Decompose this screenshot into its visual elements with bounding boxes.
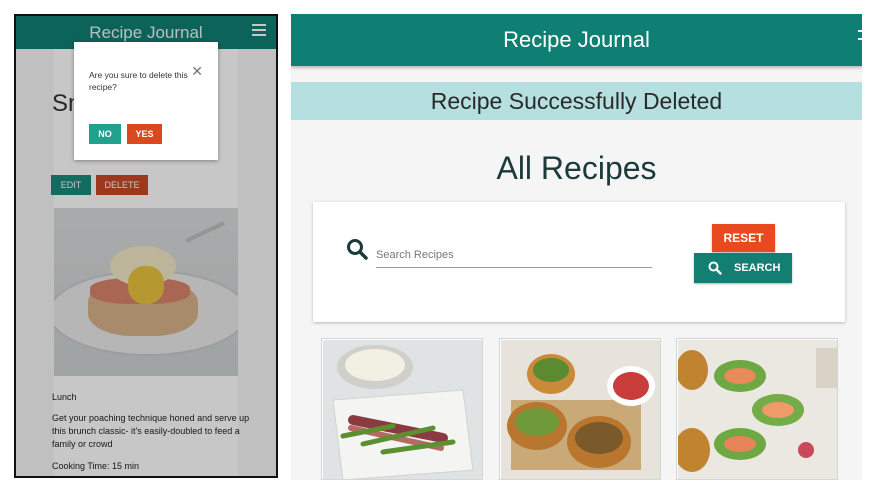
search-button-label: SEARCH [734, 262, 781, 274]
success-message: Recipe Successfully Deleted [430, 88, 723, 114]
recipe-card[interactable] [321, 338, 483, 480]
reset-button[interactable]: RESET [712, 224, 775, 252]
app-header: Recipe Journal [291, 14, 862, 66]
modal-yes-button[interactable]: YES [127, 124, 162, 144]
mobile-screenshot: Recipe Journal Sm… …n & EDIT DELETE Lunc… [14, 14, 278, 478]
page-title: All Recipes [496, 150, 657, 186]
recipe-card-image [323, 340, 482, 479]
menu-icon[interactable] [858, 30, 862, 40]
search-icon [347, 239, 368, 260]
search-icon [708, 261, 722, 275]
modal-message: Are you sure to delete this recipe? [89, 70, 188, 92]
search-button[interactable]: SEARCH [694, 253, 792, 283]
recipe-card-image [501, 340, 660, 479]
search-input[interactable] [376, 242, 652, 268]
recipe-card[interactable] [676, 338, 838, 480]
search-panel: RESET SEARCH [313, 202, 845, 322]
success-banner: Recipe Successfully Deleted [291, 82, 862, 120]
delete-confirm-modal: Are you sure to delete this recipe? ✕ NO… [74, 42, 218, 160]
recipe-card[interactable] [499, 338, 661, 480]
close-icon[interactable]: ✕ [191, 64, 203, 80]
desktop-screenshot: Recipe Journal Recipe Successfully Delet… [291, 14, 862, 480]
recipe-card-image [678, 340, 837, 479]
modal-no-button[interactable]: NO [89, 124, 121, 144]
app-title: Recipe Journal [503, 27, 650, 52]
